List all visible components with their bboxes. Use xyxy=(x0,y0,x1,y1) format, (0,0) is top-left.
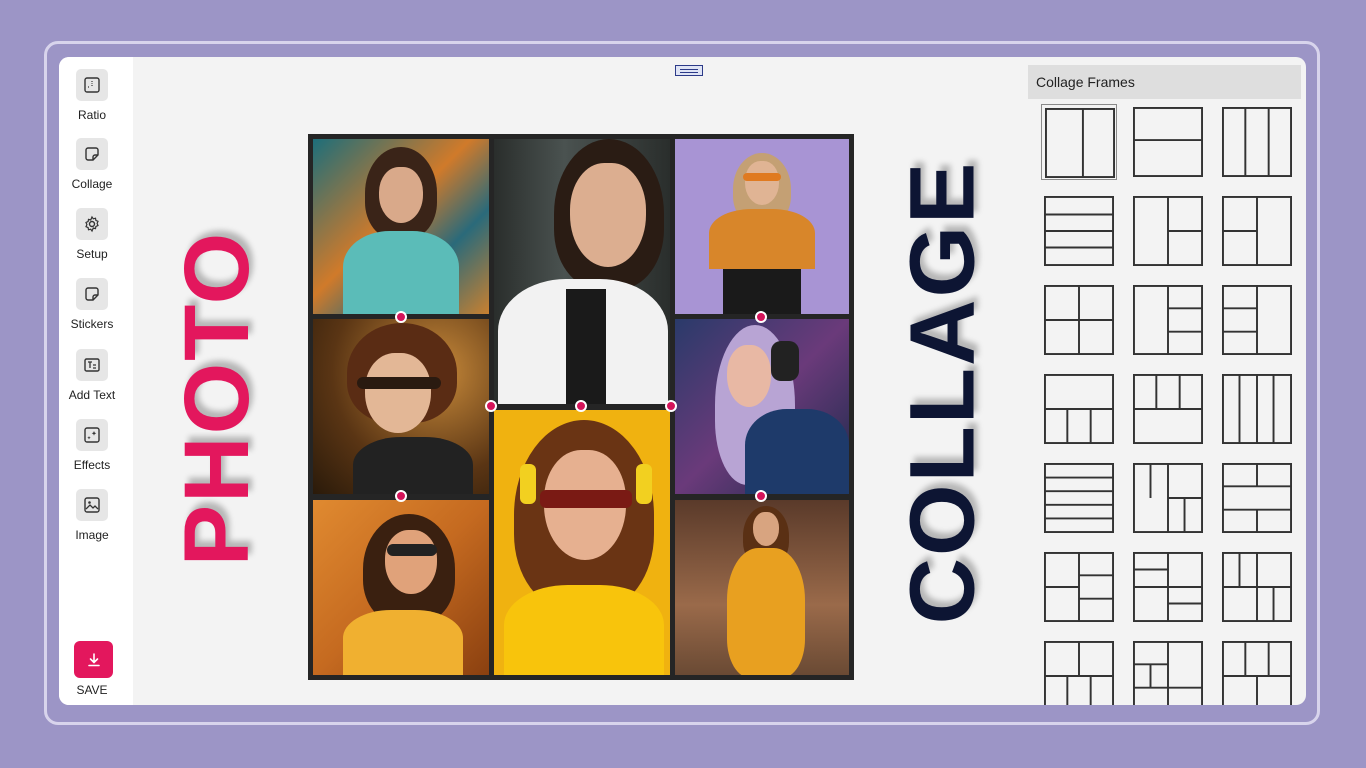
collage-label: Collage xyxy=(71,177,113,191)
frame-option-7[interactable] xyxy=(1041,282,1117,358)
frame-option-14[interactable] xyxy=(1130,460,1206,536)
tool-sidebar: Ratio Collage Setup Stickers Add Text Ef… xyxy=(59,57,133,705)
frame-option-8[interactable] xyxy=(1130,282,1206,358)
frame-layout-icon xyxy=(1044,374,1114,444)
resize-handle[interactable] xyxy=(665,400,677,412)
collage-canvas[interactable] xyxy=(308,134,854,680)
frame-option-16[interactable] xyxy=(1041,549,1117,625)
frame-layout-icon xyxy=(1222,463,1292,533)
frame-layout-icon xyxy=(1133,285,1203,355)
photo-title: PHOTO xyxy=(166,230,269,566)
photo-cell-8[interactable] xyxy=(675,500,849,675)
save-label: SAVE xyxy=(76,683,108,697)
resize-handle[interactable] xyxy=(755,311,767,323)
add-text-tool[interactable]: Add Text xyxy=(59,349,125,402)
collage-frames-panel: Collage Frames xyxy=(1028,65,1301,705)
frame-layout-icon xyxy=(1222,552,1292,622)
frame-option-12[interactable] xyxy=(1219,371,1295,447)
frame-option-4[interactable] xyxy=(1041,193,1117,269)
image-label: Image xyxy=(75,528,109,542)
frame-option-17[interactable] xyxy=(1130,549,1206,625)
ratio-label: Ratio xyxy=(77,108,106,122)
gear-icon xyxy=(76,208,108,240)
setup-label: Setup xyxy=(76,247,108,261)
effects-tool[interactable]: Effects xyxy=(59,419,125,472)
resize-handle[interactable] xyxy=(395,311,407,323)
save-button[interactable] xyxy=(74,641,113,678)
photo-cell-3[interactable] xyxy=(313,500,489,675)
frame-option-5[interactable] xyxy=(1130,193,1206,269)
frame-layout-icon xyxy=(1133,374,1203,444)
frame-layout-icon xyxy=(1222,641,1292,705)
frame-option-18[interactable] xyxy=(1219,549,1295,625)
resize-handle[interactable] xyxy=(485,400,497,412)
frame-option-10[interactable] xyxy=(1041,371,1117,447)
collage-title: COLLAGE xyxy=(891,160,994,624)
frame-option-9[interactable] xyxy=(1219,282,1295,358)
frame-option-1[interactable] xyxy=(1041,104,1117,180)
frame-option-13[interactable] xyxy=(1041,460,1117,536)
photo-cell-4[interactable] xyxy=(494,139,670,404)
resize-handle[interactable] xyxy=(575,400,587,412)
frame-layout-icon xyxy=(1133,107,1203,177)
frames-panel-header: Collage Frames xyxy=(1028,65,1301,99)
frame-layout-icon xyxy=(1044,641,1114,705)
drag-handle[interactable] xyxy=(675,65,703,76)
stickers-label: Stickers xyxy=(70,317,114,331)
effects-icon xyxy=(76,419,108,451)
frame-option-19[interactable] xyxy=(1041,638,1117,705)
collage-icon xyxy=(76,138,108,170)
frame-layout-icon xyxy=(1222,107,1292,177)
frame-layout-icon xyxy=(1044,285,1114,355)
frame-option-20[interactable] xyxy=(1130,638,1206,705)
photo-cell-1[interactable] xyxy=(313,139,489,314)
setup-tool[interactable]: Setup xyxy=(59,208,125,261)
frame-layout-icon xyxy=(1044,463,1114,533)
photo-cell-2[interactable] xyxy=(313,319,489,494)
frame-layout-icon xyxy=(1222,196,1292,266)
image-tool[interactable]: Image xyxy=(59,489,125,542)
frame-layout-icon xyxy=(1133,641,1203,705)
add-text-label: Add Text xyxy=(68,388,116,402)
photo-cell-6[interactable] xyxy=(675,139,849,314)
frame-layout-icon xyxy=(1045,108,1115,178)
frame-layout-icon xyxy=(1133,196,1203,266)
stickers-tool[interactable]: Stickers xyxy=(59,278,125,331)
frame-layout-icon xyxy=(1044,196,1114,266)
frame-layout-icon xyxy=(1222,374,1292,444)
effects-label: Effects xyxy=(73,458,111,472)
frame-layout-icon xyxy=(1044,552,1114,622)
frame-option-3[interactable] xyxy=(1219,104,1295,180)
frame-layout-icon xyxy=(1133,463,1203,533)
ratio-tool[interactable]: Ratio xyxy=(59,69,125,122)
frame-option-6[interactable] xyxy=(1219,193,1295,269)
text-icon xyxy=(76,349,108,381)
app-window: Ratio Collage Setup Stickers Add Text Ef… xyxy=(59,57,1306,705)
photo-cell-7[interactable] xyxy=(675,319,849,494)
frame-layout-icon xyxy=(1222,285,1292,355)
frame-option-21[interactable] xyxy=(1219,638,1295,705)
ratio-icon xyxy=(76,69,108,101)
frame-option-15[interactable] xyxy=(1219,460,1295,536)
resize-handle[interactable] xyxy=(755,490,767,502)
download-icon xyxy=(87,652,100,666)
frame-option-11[interactable] xyxy=(1130,371,1206,447)
frame-layout-icon xyxy=(1133,552,1203,622)
resize-handle[interactable] xyxy=(395,490,407,502)
frame-option-2[interactable] xyxy=(1130,104,1206,180)
sticker-icon xyxy=(76,278,108,310)
image-icon xyxy=(76,489,108,521)
photo-cell-5[interactable] xyxy=(494,410,670,675)
collage-tool[interactable]: Collage xyxy=(59,138,125,191)
